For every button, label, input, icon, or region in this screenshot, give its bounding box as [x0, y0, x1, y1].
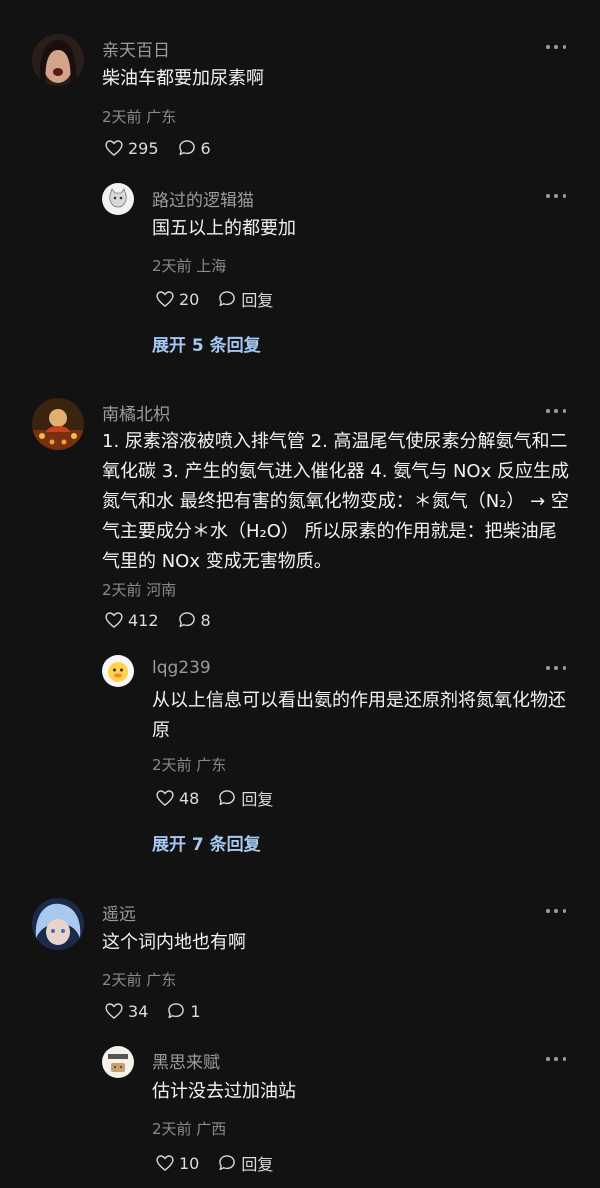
- username[interactable]: 南橘北枳: [102, 400, 170, 425]
- username[interactable]: lqg239: [152, 658, 211, 678]
- more-dots-icon[interactable]: [546, 908, 566, 914]
- reply-button[interactable]: 回复: [217, 1151, 273, 1175]
- more-dots-icon[interactable]: [546, 1056, 566, 1062]
- reply-count: 6: [200, 138, 211, 158]
- username[interactable]: 亲天百日: [102, 36, 170, 61]
- expand-replies-button[interactable]: 展开 5 条回复: [152, 331, 261, 356]
- reply-meta: 2天前 上海: [152, 257, 227, 275]
- avatar[interactable]: [32, 398, 84, 450]
- more-dots-icon[interactable]: [546, 408, 566, 414]
- comment-meta: 2天前 广东: [102, 108, 177, 126]
- heart-outline-icon: [156, 1155, 174, 1171]
- reply-label: 回复: [241, 1155, 274, 1174]
- reply-actions: 48 回复: [155, 786, 291, 810]
- speech-bubble-icon: [219, 1155, 236, 1171]
- username[interactable]: 遥远: [102, 900, 136, 925]
- avatar[interactable]: [102, 655, 134, 687]
- like-button[interactable]: 295: [104, 138, 159, 158]
- speech-bubble-icon: [219, 291, 236, 307]
- speech-bubble-icon: [178, 140, 195, 156]
- heart-outline-icon: [156, 291, 174, 307]
- speech-bubble-icon: [219, 790, 236, 806]
- reply-text: 国五以上的都要加: [152, 218, 296, 239]
- like-count: 412: [128, 610, 159, 630]
- like-button[interactable]: 412: [104, 610, 159, 630]
- username[interactable]: 黑思来赋: [152, 1048, 220, 1073]
- like-count: 20: [179, 289, 200, 309]
- comment-text: 1. 尿素溶液被喷入排气管 2. 高温尾气使尿素分解氨气和二氧化碳 3. 产生的…: [102, 431, 569, 572]
- reply-text: 从以上信息可以看出氨的作用是还原剂将氮氧化物还原: [152, 690, 566, 741]
- comment-meta: 2天前 河南: [102, 581, 177, 599]
- more-dots-icon[interactable]: [546, 44, 566, 50]
- reply-button[interactable]: 回复: [217, 287, 273, 311]
- like-count: 295: [128, 138, 159, 158]
- speech-bubble-icon: [178, 612, 195, 628]
- like-count: 48: [179, 788, 200, 808]
- reply-meta: 2天前 广东: [152, 756, 227, 774]
- comment-actions: 412 8: [104, 610, 229, 630]
- reply-label: 回复: [241, 291, 274, 310]
- reply-button[interactable]: 回复: [217, 786, 273, 810]
- reply-actions: 20 回复: [155, 287, 291, 311]
- reply-count: 1: [190, 1001, 201, 1021]
- reply-count-button[interactable]: 8: [177, 610, 211, 630]
- reply-count-button[interactable]: 1: [166, 1001, 201, 1021]
- heart-outline-icon: [156, 790, 174, 806]
- comment-meta: 2天前 广东: [102, 971, 177, 989]
- comment-text: 柴油车都要加尿素啊: [102, 68, 264, 89]
- avatar[interactable]: [32, 898, 84, 950]
- heart-outline-icon: [105, 612, 123, 628]
- reply-meta: 2天前 广西: [152, 1120, 227, 1138]
- reply-count-button[interactable]: 6: [177, 138, 211, 158]
- username[interactable]: 路过的逻辑猫: [152, 186, 254, 211]
- reply-actions: 10 回复: [155, 1151, 291, 1175]
- more-dots-icon[interactable]: [546, 665, 566, 671]
- comment-actions: 295 6: [104, 138, 229, 158]
- avatar[interactable]: [102, 1046, 134, 1078]
- avatar[interactable]: [102, 183, 134, 215]
- like-button[interactable]: 34: [104, 1001, 148, 1021]
- speech-bubble-icon: [168, 1003, 185, 1019]
- reply-count: 8: [200, 610, 211, 630]
- reply-label: 回复: [241, 790, 274, 809]
- comment-actions: 34 1: [104, 1001, 219, 1021]
- like-count: 34: [128, 1001, 149, 1021]
- like-button[interactable]: 20: [155, 289, 199, 309]
- heart-outline-icon: [105, 140, 123, 156]
- like-button[interactable]: 48: [155, 788, 199, 808]
- like-button[interactable]: 10: [155, 1153, 199, 1173]
- like-count: 10: [179, 1153, 200, 1173]
- heart-outline-icon: [105, 1003, 123, 1019]
- avatar[interactable]: [32, 34, 84, 86]
- expand-replies-button[interactable]: 展开 7 条回复: [152, 830, 261, 855]
- more-dots-icon[interactable]: [546, 193, 566, 199]
- comment-text: 这个词内地也有啊: [102, 932, 246, 953]
- reply-text: 估计没去过加油站: [152, 1081, 296, 1102]
